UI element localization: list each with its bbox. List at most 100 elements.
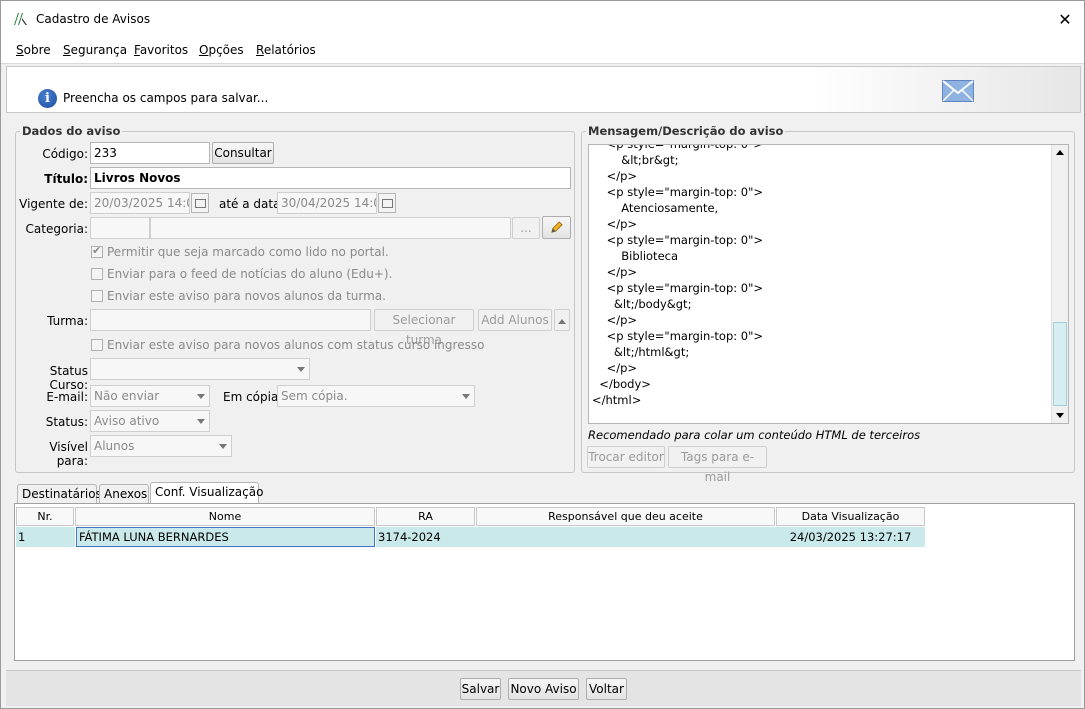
consultar-button[interactable]: Consultar bbox=[212, 142, 274, 164]
voltar-button[interactable]: Voltar bbox=[586, 678, 627, 700]
checkbox-checked[interactable] bbox=[91, 244, 103, 258]
table-cell-ra[interactable]: 3174-2024 bbox=[376, 527, 476, 547]
visualizacao-panel: Nr. Nome RA Responsável que deu aceite D… bbox=[14, 503, 1075, 661]
ate-data-field[interactable]: 30/04/2025 14:01 bbox=[277, 192, 377, 214]
codigo-label: Código: bbox=[42, 147, 88, 161]
chevron-down-icon bbox=[197, 419, 205, 424]
categoria-label: Categoria: bbox=[25, 222, 88, 236]
editor-line: <p style="margin-top: 0"> bbox=[592, 144, 764, 151]
col-header-nr[interactable]: Nr. bbox=[16, 507, 74, 526]
tab-anexos[interactable]: Anexos bbox=[99, 484, 149, 503]
calendar-icon bbox=[382, 199, 393, 208]
salvar-label: Salvar bbox=[461, 682, 500, 696]
turma-scroll-up-button[interactable] bbox=[554, 309, 570, 331]
col-header-responsavel[interactable]: Responsável que deu aceite bbox=[476, 507, 775, 526]
categoria-search-button[interactable]: ... bbox=[512, 217, 540, 239]
info-icon: i bbox=[38, 89, 57, 108]
table-cell-nr[interactable]: 1 bbox=[16, 527, 75, 547]
checkbox[interactable] bbox=[91, 268, 103, 280]
tab-conf-visualizacao[interactable]: Conf. Visualização bbox=[150, 482, 263, 503]
group-title-mensagem: Mensagem/Descrição do aviso bbox=[586, 124, 786, 138]
editor-line: <p style="margin-top: 0"> bbox=[592, 233, 764, 247]
vigente-label: Vigente de: bbox=[19, 197, 88, 211]
editor-line: <p style="margin-top: 0"> bbox=[592, 185, 764, 199]
html-editor[interactable]: <p style="margin-top: 0"> &lt;br&gt; </p… bbox=[588, 144, 1069, 424]
chevron-down-icon bbox=[197, 394, 205, 399]
close-icon[interactable]: ✕ bbox=[1054, 9, 1076, 31]
editor-line: </p> bbox=[592, 169, 638, 183]
editor-line: <p style="margin-top: 0"> bbox=[592, 281, 764, 295]
trocar-editor-button[interactable]: Trocar editor bbox=[587, 446, 665, 468]
editor-line: </p> bbox=[592, 265, 638, 279]
html-editor-content[interactable]: <p style="margin-top: 0"> &lt;br&gt; </p… bbox=[592, 144, 764, 408]
categoria-code-field[interactable] bbox=[90, 217, 150, 239]
em-copia-select-value: Sem cópia. bbox=[281, 389, 348, 403]
group-title-dados: Dados do aviso bbox=[20, 124, 123, 138]
window-title: Cadastro de Avisos bbox=[36, 12, 151, 26]
editor-line: </p> bbox=[592, 361, 638, 375]
add-alunos-button[interactable]: Add Alunos bbox=[478, 309, 552, 331]
editor-line: &lt;/html&gt; bbox=[592, 345, 690, 359]
status-select[interactable]: Aviso ativo bbox=[90, 410, 210, 432]
email-select-value: Não enviar bbox=[94, 389, 160, 403]
mail-icon bbox=[942, 80, 974, 102]
salvar-button[interactable]: Salvar bbox=[460, 678, 501, 700]
editor-hint: Recomendado para colar um conteúdo HTML … bbox=[588, 428, 921, 442]
col-header-nome[interactable]: Nome bbox=[75, 507, 375, 526]
table-cell-responsavel[interactable] bbox=[476, 527, 776, 547]
tags-email-button[interactable]: Tags para e-mail bbox=[668, 446, 767, 484]
categoria-edit-button[interactable] bbox=[542, 216, 571, 239]
menu-opcoes[interactable]: Opções bbox=[199, 43, 244, 57]
voltar-label: Voltar bbox=[589, 682, 624, 696]
checkbox[interactable] bbox=[91, 290, 103, 302]
ate-data-calendar-button[interactable] bbox=[378, 193, 396, 213]
main-window: Cadastro de Avisos ✕ Sobre Segurança Fav… bbox=[0, 0, 1085, 709]
selecionar-turma-button[interactable]: Selecionar turma bbox=[374, 309, 474, 347]
pencil-icon bbox=[551, 221, 563, 233]
scroll-down-icon[interactable] bbox=[1052, 407, 1068, 423]
info-message: Preencha os campos para salvar... bbox=[63, 91, 269, 105]
tab-destinatarios[interactable]: Destinatários bbox=[17, 484, 102, 503]
editor-line: <p style="margin-top: 0"> bbox=[592, 329, 764, 343]
editor-line: Biblioteca bbox=[592, 249, 679, 263]
table-cell-nome[interactable]: FÁTIMA LUNA BERNARDES bbox=[76, 527, 375, 547]
app-logo-icon bbox=[14, 13, 27, 25]
status-curso-label: Status Curso: bbox=[49, 364, 88, 392]
titulo-label: Título: bbox=[44, 172, 88, 186]
codigo-field[interactable]: 233 bbox=[90, 142, 210, 164]
novo-aviso-button[interactable]: Novo Aviso bbox=[508, 678, 579, 700]
checkbox[interactable] bbox=[91, 339, 103, 351]
menu-relatorios[interactable]: Relatórios bbox=[256, 43, 316, 57]
ate-data-label: até a data: bbox=[219, 197, 285, 211]
menu-favoritos[interactable]: Favoritos bbox=[134, 43, 188, 57]
status-label: Status: bbox=[45, 415, 88, 429]
email-select[interactable]: Não enviar bbox=[90, 385, 210, 407]
menu-seguranca[interactable]: Segurança bbox=[63, 43, 127, 57]
em-copia-label: Em cópia: bbox=[223, 390, 283, 404]
visivel-para-select[interactable]: Alunos bbox=[90, 435, 232, 457]
novo-aviso-label: Novo Aviso bbox=[510, 682, 577, 696]
editor-line: Atenciosamente, bbox=[592, 201, 719, 215]
status-curso-select[interactable] bbox=[90, 358, 310, 380]
scroll-up-icon[interactable] bbox=[1052, 145, 1068, 161]
editor-line: &lt;br&gt; bbox=[592, 153, 679, 167]
col-header-ra[interactable]: RA bbox=[376, 507, 475, 526]
chevron-up-icon bbox=[558, 319, 566, 324]
editor-line: </p> bbox=[592, 217, 638, 231]
email-label: E-mail: bbox=[46, 390, 88, 404]
table-cell-data-visualizacao[interactable]: 24/03/2025 13:27:17 bbox=[776, 527, 925, 547]
categoria-desc-field[interactable] bbox=[150, 217, 511, 239]
col-header-data-visualizacao[interactable]: Data Visualização bbox=[776, 507, 925, 526]
turma-field[interactable] bbox=[90, 309, 371, 331]
editor-scrollbar[interactable] bbox=[1051, 145, 1068, 423]
vigente-de-field[interactable]: 20/03/2025 14:01 bbox=[90, 192, 190, 214]
visivel-para-select-value: Alunos bbox=[94, 439, 135, 453]
titulo-field[interactable]: Livros Novos bbox=[90, 167, 571, 189]
editor-line: </p> bbox=[592, 313, 638, 327]
turma-label: Turma: bbox=[47, 314, 88, 328]
scrollbar-thumb[interactable] bbox=[1053, 322, 1067, 406]
em-copia-select[interactable]: Sem cópia. bbox=[277, 385, 475, 407]
chevron-down-icon bbox=[219, 444, 227, 449]
vigente-calendar-button[interactable] bbox=[191, 193, 209, 213]
menu-sobre[interactable]: Sobre bbox=[16, 43, 51, 57]
